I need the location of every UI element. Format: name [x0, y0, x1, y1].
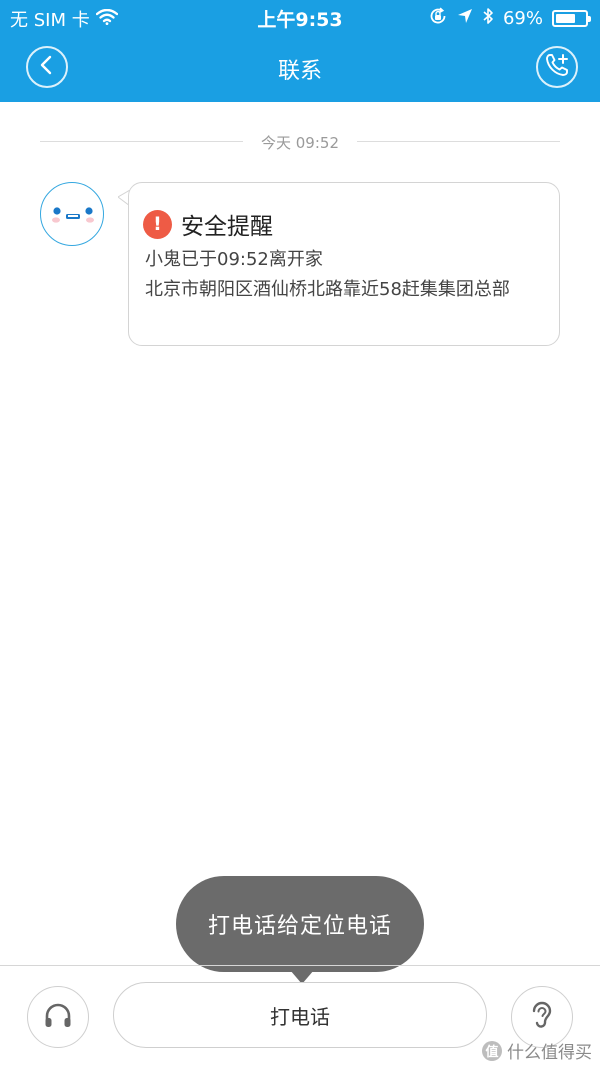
message-text: 小鬼已于09:52离开家	[145, 249, 323, 270]
message-bubble[interactable]: ! 安全提醒 小鬼已于09:52离开家 北京市朝阳区酒仙桥北路靠近58赶集集团总…	[128, 182, 560, 346]
call-tooltip: 打电话给定位电话	[176, 876, 424, 972]
call-button[interactable]: 打电话	[113, 982, 487, 1048]
alert-icon: !	[143, 209, 172, 239]
divider-line-right	[357, 141, 560, 142]
time-divider: 今天 09:52	[40, 130, 560, 152]
status-bar: 无 SIM 卡 上午9:53 69%	[0, 0, 600, 34]
bottom-divider	[0, 965, 600, 966]
bluetooth-icon	[482, 7, 494, 30]
battery-fill	[556, 14, 576, 23]
status-right: 69%	[428, 6, 591, 31]
battery-icon	[552, 10, 591, 27]
watermark: 值 什么值得买	[482, 1038, 592, 1063]
rotation-lock-icon	[428, 6, 448, 31]
robot-face-icon	[52, 207, 94, 223]
alert-header: ! 安全提醒	[143, 207, 273, 241]
headphone-icon	[43, 1001, 73, 1033]
avatar[interactable]	[40, 182, 104, 246]
headphone-button[interactable]	[27, 986, 89, 1048]
message-address: 北京市朝阳区酒仙桥北路靠近58赶集集团总部	[145, 279, 510, 300]
alert-title: 安全提醒	[181, 214, 273, 240]
phone-add-icon	[544, 52, 570, 82]
watermark-text: 什么值得买	[507, 1043, 592, 1063]
location-arrow-icon	[457, 8, 473, 29]
page-title: 联系	[277, 59, 322, 84]
nav-bar: 联系	[0, 34, 600, 102]
ear-icon	[529, 1000, 555, 1034]
watermark-logo: 值	[482, 1040, 502, 1061]
battery-percent: 69%	[502, 8, 543, 29]
add-call-button[interactable]	[536, 46, 578, 88]
timestamp: 今天 09:52	[261, 134, 339, 152]
header: 无 SIM 卡 上午9:53 69% 联系	[0, 0, 600, 102]
